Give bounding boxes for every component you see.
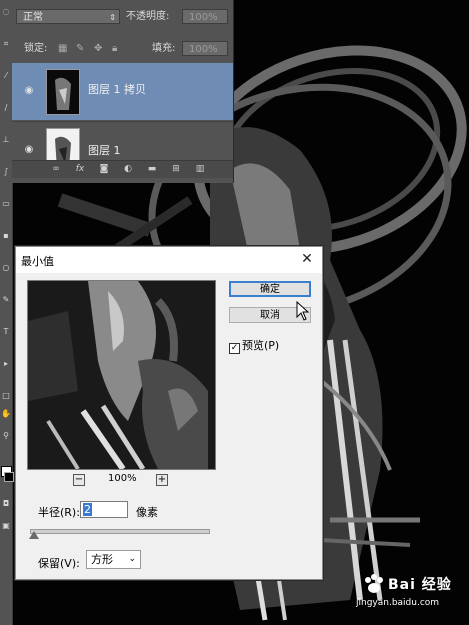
fill-label: 填充: [152, 43, 176, 54]
radius-unit: 像素 [136, 506, 158, 519]
type-tool-icon[interactable]: T [1, 328, 11, 336]
new-layer-icon[interactable]: ⊞ [170, 164, 182, 175]
lock-position-icon[interactable]: ✥ [94, 41, 102, 56]
dialog-titlebar[interactable]: 最小值 ✕ [16, 247, 322, 273]
opacity-value: 100% [189, 12, 218, 23]
preserve-label: 保留(V): [38, 557, 80, 570]
lock-row: 锁定: ▦ ✎ ✥ 🔒︎ 填充: 100% [12, 33, 233, 57]
watermark-brand: Bai 经验 [388, 577, 452, 593]
eyedropper-tool-icon[interactable]: ⁄ [1, 72, 11, 80]
radius-value: 2 [83, 503, 92, 516]
adjustment-icon[interactable]: ◐ [122, 164, 134, 175]
background-color-swatch[interactable] [4, 472, 14, 482]
layer-name: 图层 1 [88, 144, 121, 157]
dialog-title: 最小值 [21, 255, 54, 268]
quick-mask-icon[interactable]: ◘ [1, 500, 11, 508]
pen-tool-icon[interactable]: ✎ [1, 296, 11, 304]
lock-image-pixels-icon[interactable]: ✎ [76, 41, 84, 56]
minimum-filter-dialog: 最小值 ✕ − 100% + 确定 取消 ✓ 预览(P) 半径(R): 2 像素 … [15, 246, 323, 580]
layer-thumbnail [46, 128, 80, 161]
fx-icon[interactable]: fx [74, 164, 86, 175]
radius-slider-thumb[interactable] [29, 531, 39, 539]
preserve-select[interactable]: 方形 ⌄ [86, 550, 141, 569]
preserve-value: 方形 [91, 553, 113, 566]
blur-tool-icon[interactable]: ○ [1, 264, 11, 272]
blend-row: 正常 ⇕ 不透明度: 100% [12, 9, 233, 33]
zoom-level: 100% [108, 473, 137, 484]
preview-label: 预览(P) [242, 339, 280, 352]
layer-thumbnail [46, 69, 80, 115]
paw-logo-icon [365, 574, 383, 593]
eye-icon[interactable]: ◉ [22, 144, 36, 156]
mouse-pointer-icon [296, 301, 310, 321]
ok-button[interactable]: 确定 [229, 281, 311, 297]
lasso-tool-icon[interactable]: ◌ [1, 8, 11, 16]
zoom-in-button[interactable]: + [156, 474, 168, 486]
zoom-out-button[interactable]: − [73, 474, 85, 486]
checkmark-icon: ✓ [229, 343, 240, 354]
lock-all-icon[interactable]: 🔒︎ [112, 41, 117, 56]
layer-row-original[interactable]: ◉ 图层 1 [12, 121, 233, 161]
opacity-input[interactable]: 100% [182, 9, 228, 24]
folder-icon[interactable]: ▬ [146, 164, 158, 175]
link-icon[interactable]: ∞ [50, 164, 62, 175]
layer-name: 图层 1 拷贝 [88, 83, 146, 96]
crop-tool-icon[interactable]: ⌗ [1, 40, 11, 48]
radius-label: 半径(R): [38, 506, 80, 519]
path-select-tool-icon[interactable]: ▸ [1, 360, 11, 368]
fill-input[interactable]: 100% [182, 41, 228, 56]
preview-checkbox[interactable]: ✓ 预览(P) [229, 337, 279, 354]
shape-tool-icon[interactable]: □ [1, 392, 11, 400]
brush-tool-icon[interactable]: ∕ [1, 104, 11, 112]
gradient-tool-icon[interactable]: ▪ [1, 232, 11, 240]
fill-value: 100% [189, 44, 218, 55]
radius-slider[interactable] [30, 529, 210, 534]
baidu-watermark: Bai 经验 jingyan.baidu.com [352, 568, 462, 614]
chevron-down-icon: ⇕ [109, 13, 116, 22]
layers-panel: 正常 ⇕ 不透明度: 100% 锁定: ▦ ✎ ✥ 🔒︎ 填充: 100% ◉ … [12, 0, 234, 183]
chevron-down-icon: ⌄ [128, 554, 136, 564]
screen-mode-icon[interactable]: ▣ [1, 522, 11, 530]
mask-icon[interactable]: ◙ [98, 164, 110, 175]
lock-label: 锁定: [24, 43, 48, 54]
zoom-tool-icon[interactable]: ⚲ [1, 432, 11, 440]
hand-tool-icon[interactable]: ✋ [1, 410, 11, 418]
blend-mode-select[interactable]: 正常 ⇕ [16, 9, 120, 24]
filter-preview[interactable] [27, 280, 216, 470]
stamp-tool-icon[interactable]: ⊥ [1, 136, 11, 144]
lock-transparent-pixels-icon[interactable]: ▦ [58, 41, 67, 56]
trash-icon[interactable]: ▥ [194, 164, 206, 175]
radius-input[interactable]: 2 [80, 501, 128, 518]
layers-panel-footer: ∞ fx ◙ ◐ ▬ ⊞ ▥ [12, 160, 233, 178]
layer-row-copy[interactable]: ◉ 图层 1 拷贝 [12, 63, 233, 120]
blend-mode-value: 正常 [23, 12, 43, 23]
history-brush-icon[interactable]: ∫ [1, 168, 11, 176]
eraser-tool-icon[interactable]: ▭ [1, 200, 11, 208]
eye-icon[interactable]: ◉ [22, 85, 36, 97]
opacity-label: 不透明度: [126, 11, 170, 22]
close-icon[interactable]: ✕ [298, 250, 316, 268]
watermark-url: jingyan.baidu.com [356, 598, 440, 608]
